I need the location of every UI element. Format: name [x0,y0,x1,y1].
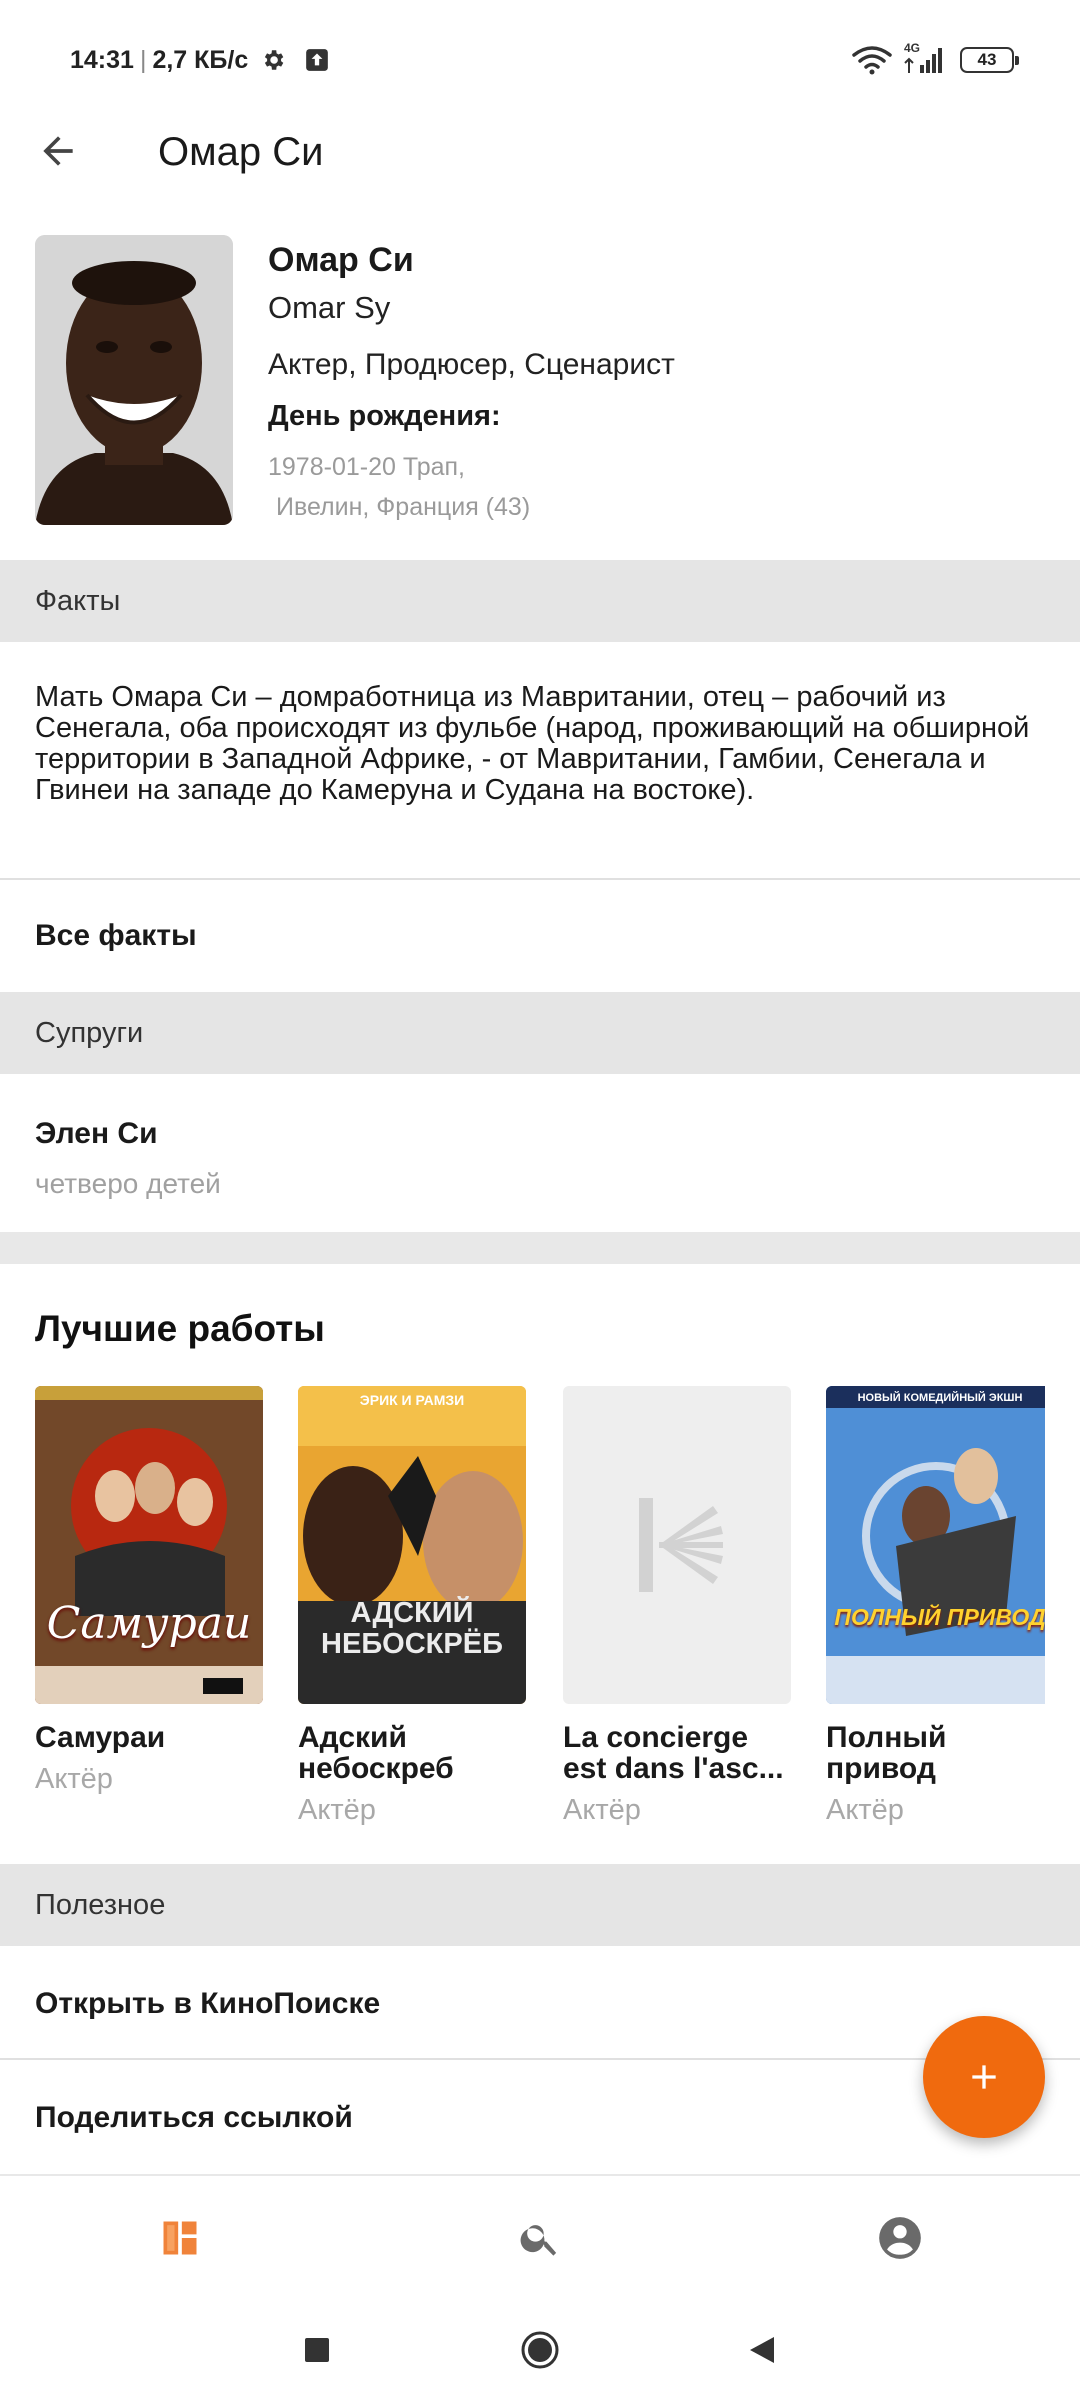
all-facts-link[interactable]: Все факты [0,880,1080,992]
work-role: Актёр [35,1763,113,1795]
poster-title-text: АДСКИЙ НЕБОСКРЁБ [321,1597,503,1660]
home-button[interactable] [518,2328,562,2372]
all-facts-label: Все факты [35,919,197,952]
section-header-facts: Факты [0,560,1080,642]
poster-top-text: ЭРИК И РАМЗИ [359,1392,465,1408]
poster-title-text: ПОЛНЫЙ ПРИВОД [834,1604,1045,1630]
divider [0,2058,1080,2060]
recents-square-icon [305,2338,329,2362]
share-link[interactable]: Поделиться ссылкой [0,2062,1080,2174]
birthday-value: 1978-01-20 Трап, Ивелин, Франция (43) [268,447,675,527]
person-photo[interactable] [35,235,233,525]
work-poster[interactable]: НОВЫЙ КОМЕДИЙНЫЙ ЭКШН ПОЛНЫЙ ПРИВОД [826,1386,1045,1704]
person-name-en: Omar Sy [268,290,391,325]
home-circle-icon [521,2331,559,2369]
person-name-ru: Омар Си [268,241,414,279]
nav-search[interactable] [508,2206,572,2270]
work-card[interactable]: ЭРИК И РАМЗИ АДСКИЙ НЕБОСКРЁБ Адский неб… [298,1386,526,1826]
birthday-line-1: 1978-01-20 Трап, [268,453,465,481]
page-title: Омар Си [158,130,324,174]
back-triangle-icon [750,2337,774,2363]
add-fab-button[interactable] [923,2016,1045,2138]
search-icon [520,2225,557,2256]
spouse-note: четверо детей [35,1168,221,1199]
person-profile: Омар Си Omar Sy Актер, Продюсер, Сценари… [35,235,1045,525]
work-poster[interactable]: ЭРИК И РАМЗИ АДСКИЙ НЕБОСКРЁБ [298,1386,526,1704]
status-speed: 2,7 КБ/с [152,45,249,74]
gear-icon [265,50,284,70]
section-gap [0,1232,1080,1264]
section-header-spouses: Супруги [0,992,1080,1074]
status-separator: | [139,45,147,74]
work-role: Актёр [826,1794,904,1826]
poster-top-text: НОВЫЙ КОМЕДИЙНЫЙ ЭКШН [857,1392,1023,1404]
kinopoisk-placeholder-icon [639,1498,723,1592]
status-left: 14:31 | 2,7 КБ/с [70,40,330,80]
cellular-signal-icon: 4G [904,41,948,75]
system-back-button[interactable] [740,2328,784,2372]
arrow-left-icon [43,136,73,166]
spouses-header: Супруги [35,1016,144,1049]
person-info: Омар Си Omar Sy Актер, Продюсер, Сценари… [268,235,675,527]
best-works-title: Лучшие работы [35,1308,325,1349]
best-works-carousel[interactable]: Самураи Самураи Актёр ЭРИК И РАМЗИ АДСКИ… [35,1386,1045,1826]
status-time: 14:31 [70,45,134,74]
work-role: Актёр [298,1794,376,1826]
account-icon [879,2217,921,2259]
spouse-name[interactable]: Элен Си [35,1117,158,1151]
system-navigation-bar [0,2298,1080,2400]
battery-indicator: 43 [960,47,1019,73]
work-title: Полный привод [826,1721,947,1785]
app-bar: Омар Си [0,118,1080,190]
work-poster-placeholder[interactable] [563,1386,791,1704]
section-header-useful: Полезное [0,1864,1080,1946]
work-title: La concierge est dans l'asc... [563,1721,784,1785]
back-button[interactable] [28,118,88,184]
work-card[interactable]: Самураи Самураи Актёр [35,1386,263,1796]
person-roles: Актер, Продюсер, Сценарист [268,348,675,381]
recents-button[interactable] [295,2328,339,2372]
work-title: Адский небоскреб [298,1721,454,1785]
open-kinopoisk-link[interactable]: Открыть в КиноПоиске [0,1948,1080,2060]
work-card[interactable]: НОВЫЙ КОМЕДИЙНЫЙ ЭКШН ПОЛНЫЙ ПРИВОД Полн… [826,1386,1045,1826]
status-right: 4G 43 [852,40,1019,80]
nav-dashboard[interactable] [148,2206,212,2270]
battery-level: 43 [977,50,997,69]
fact-text: Мать Омара Си – домработница из Мавритан… [35,681,1030,806]
status-bar: 14:31 | 2,7 КБ/с 4G 43 [0,0,1080,118]
facts-header: Факты [35,584,121,617]
work-title: Самураи [35,1721,166,1754]
birthday-line-2: Ивелин, Франция (43) [276,493,531,521]
work-card[interactable]: La concierge est dans l'asc... Актёр [563,1386,791,1826]
open-kinopoisk-label: Открыть в КиноПоиске [35,1987,381,2020]
poster-title-text: Самураи [46,1598,252,1649]
work-role: Актёр [563,1794,641,1826]
upload-notification-icon [306,49,329,71]
plus-icon [972,2065,996,2089]
useful-header: Полезное [35,1888,166,1921]
nav-profile[interactable] [868,2206,932,2270]
bottom-navigation [0,2174,1080,2298]
share-link-label: Поделиться ссылкой [35,2101,353,2134]
birthday-label: День рождения: [268,400,501,432]
dashboard-icon [163,2221,197,2255]
work-poster[interactable]: Самураи [35,1386,263,1704]
wifi-icon [852,46,892,75]
